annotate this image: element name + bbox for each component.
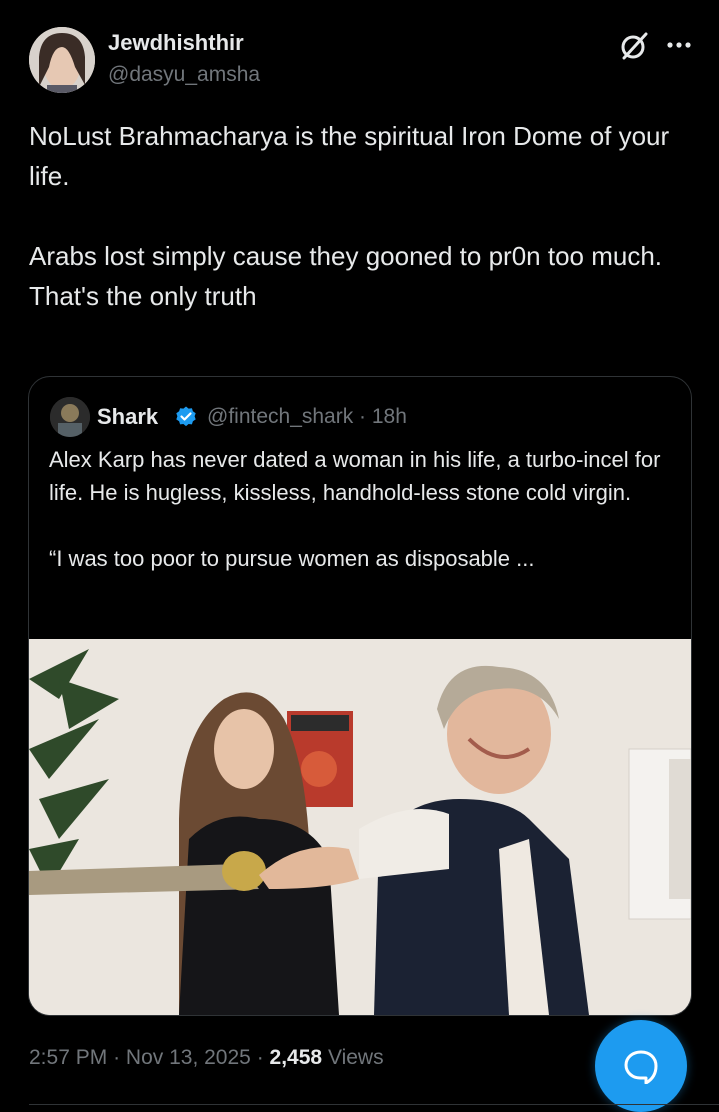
author-avatar[interactable] (29, 27, 95, 93)
quoted-paragraph: Alex Karp has never dated a woman in his… (49, 447, 661, 505)
more-options-icon[interactable] (664, 33, 694, 57)
author-handle[interactable]: @dasyu_amsha (108, 63, 260, 87)
quoted-avatar-image (50, 397, 90, 437)
tweet-time[interactable]: 2:57 PM (29, 1046, 107, 1069)
meta-separator: · (113, 1046, 121, 1069)
reply-button[interactable] (595, 1020, 687, 1112)
quoted-video-thumbnail[interactable] (29, 639, 691, 1015)
tweet-paragraph: Arabs lost simply cause they gooned to p… (29, 241, 663, 311)
tweet-header: Jewdhishthir @dasyu_amsha (0, 0, 719, 110)
reply-bubble-icon (624, 1050, 658, 1084)
tweet-paragraph: NoLust Brahmacharya is the spiritual Iro… (29, 121, 670, 191)
views-count[interactable]: 2,458 (270, 1046, 323, 1069)
quoted-tweet-body: Alex Karp has never dated a woman in his… (49, 443, 674, 575)
quoted-author-avatar[interactable] (50, 397, 90, 437)
quoted-tweet-card[interactable]: Shark @fintech_shark · 18h Alex Karp has… (28, 376, 692, 1016)
tweet-meta: 2:57 PM · Nov 13, 2025 · 2,458 Views (29, 1046, 384, 1070)
quoted-handle-time[interactable]: @fintech_shark · 18h (207, 405, 407, 429)
meta-separator: · (256, 1046, 264, 1069)
tweet-body: NoLust Brahmacharya is the spiritual Iro… (29, 116, 689, 316)
tweet-date[interactable]: Nov 13, 2025 (126, 1046, 251, 1069)
views-label[interactable]: Views (328, 1046, 384, 1069)
quoted-display-name[interactable]: Shark (97, 404, 158, 430)
verified-badge-icon (174, 405, 198, 429)
quoted-paragraph: “I was too poor to pursue women as dispo… (49, 546, 535, 571)
grok-icon[interactable] (618, 30, 650, 62)
avatar-image (29, 27, 95, 93)
video-still-image (29, 639, 691, 1015)
author-display-name[interactable]: Jewdhishthir (108, 30, 244, 56)
divider (29, 1104, 719, 1105)
